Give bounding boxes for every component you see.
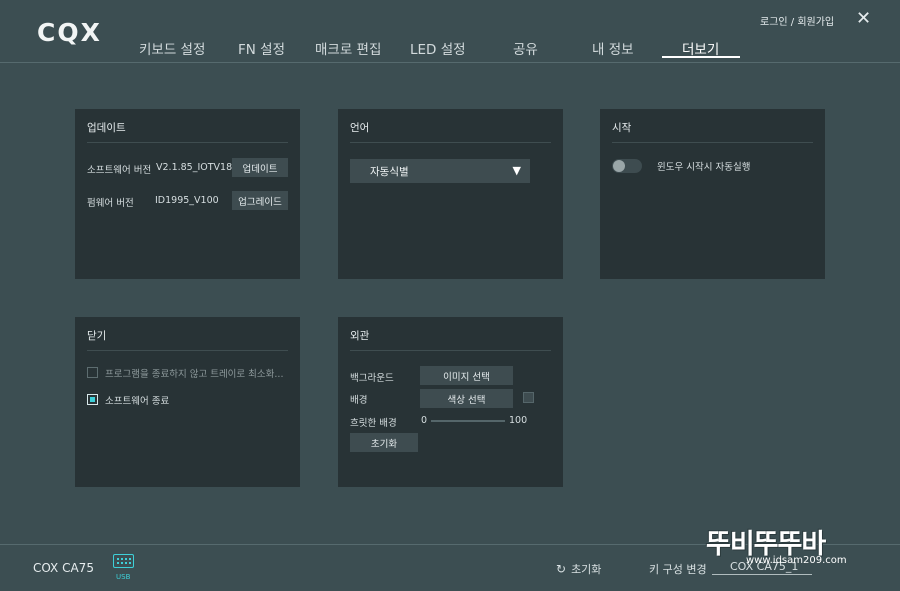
panel-title: 닫기 bbox=[87, 330, 107, 342]
color-swatch[interactable] bbox=[523, 392, 534, 403]
blur-max-value: 100 bbox=[509, 415, 528, 426]
exit-software-checkbox[interactable] bbox=[87, 394, 98, 405]
language-select[interactable]: 자동식별 ▼ bbox=[350, 159, 530, 183]
exit-software-label: 소프트웨어 종료 bbox=[105, 396, 170, 407]
software-version-label: 소프트웨어 버전 bbox=[87, 165, 152, 176]
tab-macro-edit[interactable]: 매크로 편집 bbox=[315, 38, 381, 58]
close-icon[interactable]: ✕ bbox=[856, 8, 871, 30]
close-panel: 닫기 프로그램을 종료하지 않고 트레이로 최소화... 소프트웨어 종료 bbox=[75, 317, 300, 487]
autostart-toggle[interactable] bbox=[612, 159, 642, 173]
panel-divider bbox=[87, 142, 288, 143]
keyboard-usb-icon bbox=[113, 554, 134, 568]
key-config-label: 키 구성 변경 bbox=[649, 563, 707, 576]
tab-share[interactable]: 공유 bbox=[513, 38, 538, 58]
autostart-label: 윈도우 시작시 자동실행 bbox=[657, 162, 751, 173]
minimize-to-tray-label: 프로그램을 종료하지 않고 트레이로 최소화... bbox=[105, 369, 284, 380]
tab-my-info[interactable]: 내 정보 bbox=[592, 38, 634, 58]
watermark: 뚜비뚜뚜바 www.idsam209.com bbox=[706, 522, 882, 568]
select-image-button[interactable]: 이미지 선택 bbox=[420, 366, 513, 385]
background-label: 백그라운드 bbox=[350, 373, 394, 384]
minimize-to-tray-checkbox[interactable] bbox=[87, 367, 98, 378]
panel-title: 시작 bbox=[612, 122, 632, 134]
footer-reset-button[interactable]: ↻ 초기화 bbox=[556, 561, 601, 577]
panel-title: 언어 bbox=[350, 122, 370, 134]
panel-divider bbox=[350, 350, 551, 351]
panel-divider bbox=[350, 142, 551, 143]
blur-min-value: 0 bbox=[421, 415, 428, 426]
firmware-version-label: 펌웨어 버전 bbox=[87, 198, 134, 209]
appearance-panel: 외관 백그라운드 이미지 선택 배경 색상 선택 흐릿한 배경 0 100 초기… bbox=[338, 317, 563, 487]
login-signup-link[interactable]: 로그인 / 회원가입 bbox=[760, 13, 834, 28]
panel-divider bbox=[612, 142, 813, 143]
footer-reset-label: 초기화 bbox=[571, 563, 602, 576]
software-version-value: V2.1.85_IOTV187 bbox=[156, 162, 239, 173]
watermark-url: www.idsam209.com bbox=[746, 555, 847, 566]
firmware-upgrade-button[interactable]: 업그레이드 bbox=[232, 191, 288, 210]
firmware-version-value: ID1995_V100 bbox=[155, 195, 219, 206]
tab-keyboard-settings[interactable]: 키보드 설정 bbox=[139, 38, 205, 58]
header-divider bbox=[0, 62, 900, 63]
select-color-button[interactable]: 색상 선택 bbox=[420, 389, 513, 408]
tab-fn-settings[interactable]: FN 설정 bbox=[238, 38, 285, 58]
blur-label: 흐릿한 배경 bbox=[350, 418, 397, 429]
appearance-reset-button[interactable]: 초기화 bbox=[350, 433, 418, 452]
color-label: 배경 bbox=[350, 395, 368, 406]
device-name: COX CA75 bbox=[33, 561, 94, 575]
panel-title: 외관 bbox=[350, 330, 370, 342]
tab-more[interactable]: 더보기 bbox=[682, 38, 719, 58]
toggle-knob bbox=[613, 160, 625, 172]
software-update-button[interactable]: 업데이트 bbox=[232, 158, 288, 177]
startup-panel: 시작 윈도우 시작시 자동실행 bbox=[600, 109, 825, 279]
refresh-icon: ↻ bbox=[556, 562, 567, 576]
main-nav: 키보드 설정 FN 설정 매크로 편집 LED 설정 공유 내 정보 더보기 bbox=[0, 38, 900, 60]
language-selected-value: 자동식별 bbox=[370, 165, 409, 178]
tab-led-settings[interactable]: LED 설정 bbox=[410, 38, 466, 58]
language-panel: 언어 자동식별 ▼ bbox=[338, 109, 563, 279]
dropdown-arrow-icon: ▼ bbox=[512, 164, 521, 177]
active-tab-indicator bbox=[662, 56, 740, 58]
panel-title: 업데이트 bbox=[87, 122, 126, 134]
update-panel: 업데이트 소프트웨어 버전 V2.1.85_IOTV187 업데이트 펌웨어 버… bbox=[75, 109, 300, 279]
usb-label: USB bbox=[116, 573, 131, 581]
panel-divider bbox=[87, 350, 288, 351]
blur-slider[interactable] bbox=[431, 420, 505, 422]
